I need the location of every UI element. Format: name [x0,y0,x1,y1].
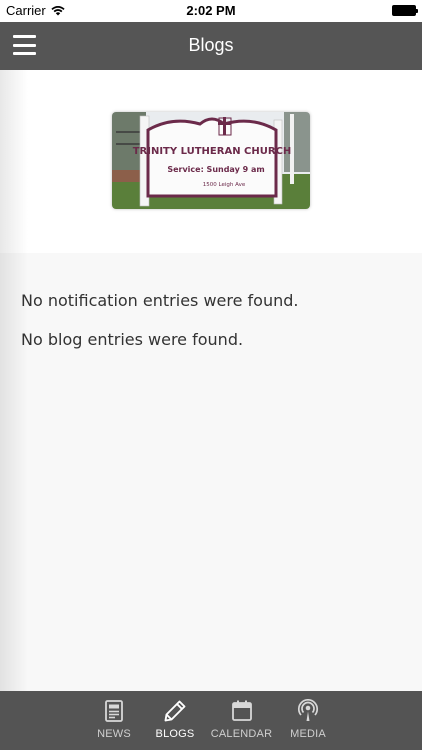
nav-header: Blogs [0,22,422,70]
podcast-icon [297,699,319,721]
church-sign-photo: TRINITY LUTHERAN CHURCH Service: Sunday … [112,112,310,209]
news-icon [105,700,123,722]
notifications-empty-message: No notification entries were found. [21,291,299,310]
tab-blogs[interactable]: BLOGS [145,691,206,750]
status-bar: Carrier 2:02 PM [0,0,422,22]
banner: TRINITY LUTHERAN CHURCH Service: Sunday … [0,70,422,253]
tab-calendar[interactable]: CALENDAR [206,691,278,750]
church-sign-image: TRINITY LUTHERAN CHURCH Service: Sunday … [112,112,310,209]
sign-address: 1500 Leigh Ave [203,182,246,188]
pencil-icon [164,700,186,722]
tab-media[interactable]: MEDIA [278,691,339,750]
calendar-icon [231,700,252,721]
status-time: 2:02 PM [186,3,236,18]
tab-label: BLOGS [155,728,195,740]
blogs-empty-message: No blog entries were found. [21,330,244,349]
content-area: No notification entries were found. No b… [0,253,422,691]
sign-service: Service: Sunday 9 am [167,165,264,174]
tab-news[interactable]: NEWS [84,691,145,750]
status-right [392,5,418,16]
app-screen: Carrier 2:02 PM Blogs TRINITY LUTHERAN C… [0,0,422,750]
tab-label: CALENDAR [210,728,273,740]
sign-title: TRINITY LUTHERAN CHURCH [133,146,292,157]
tab-label: MEDIA [290,728,326,740]
page-title: Blogs [188,35,234,55]
tab-label: NEWS [97,728,131,740]
tab-bar: NEWS BLOGS CALENDAR MEDIA [0,691,422,750]
battery-icon [392,5,418,16]
